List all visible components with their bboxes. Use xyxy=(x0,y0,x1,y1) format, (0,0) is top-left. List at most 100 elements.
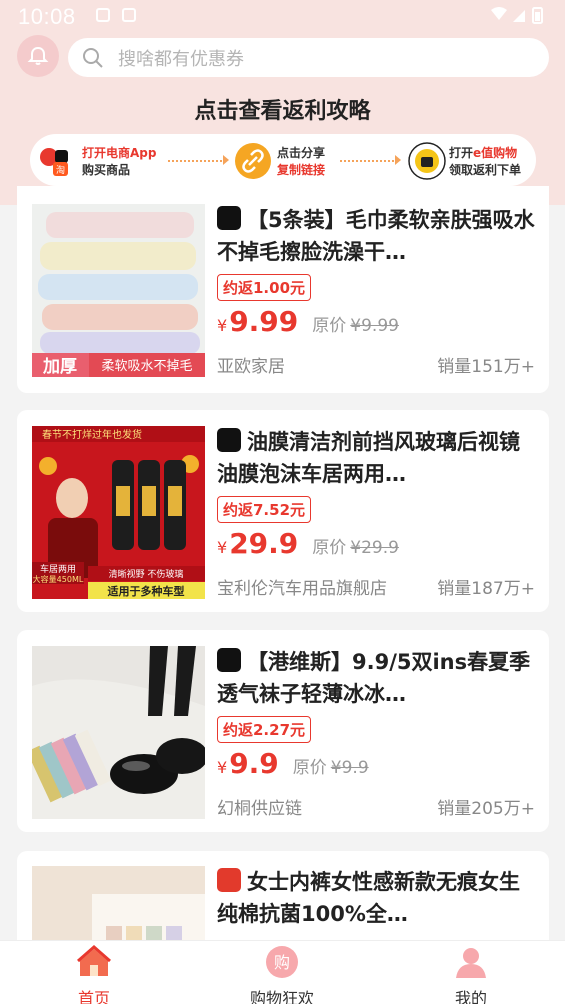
sales-count: 销量151万+ xyxy=(437,357,535,377)
product-title[interactable]: 【5条装】毛巾柔软亲肤强吸水不掉毛擦脸洗澡干… xyxy=(217,204,535,268)
thumb-tag: 柔软吸水不掉毛 xyxy=(101,359,192,374)
tab-home[interactable]: 首页 xyxy=(34,945,154,1004)
tab-mine-label: 我的 xyxy=(454,989,487,1004)
product-card[interactable]: 加厚 柔软吸水不掉毛 【5条装】毛巾柔软亲肤强吸水不掉毛擦脸洗澡干… 约返1.0… xyxy=(17,186,549,393)
thumb-tag: 适用于多种车型 xyxy=(108,584,185,598)
price-row: ¥29.9 原价 ¥29.9 xyxy=(217,527,535,569)
search-icon xyxy=(83,47,103,68)
original-price-label: 原价 xyxy=(312,538,347,558)
step1-text: 打开电商App 购买商品 xyxy=(82,145,156,179)
status-time: 10:08 xyxy=(18,4,76,29)
step-divider xyxy=(168,160,226,162)
svg-text:淘: 淘 xyxy=(56,164,65,176)
shopping-apps-icon: 淘 xyxy=(36,142,74,180)
towel-image: 加厚 柔软吸水不掉毛 xyxy=(32,204,205,377)
tab-shopping-carnival[interactable]: 购 购物狂欢 xyxy=(222,945,342,1004)
thumb-tag: 清晰视野 不伤玻璃 xyxy=(109,568,184,580)
product-card[interactable]: 【港维斯】9.9/5双ins春夏季透气袜子轻薄冰冰… 约返2.27元 ¥9.9 原… xyxy=(17,630,549,832)
home-icon xyxy=(77,945,111,976)
socks-image xyxy=(32,646,205,819)
shopping-bag-icon: 购 xyxy=(266,946,298,978)
original-price: ¥29.9 xyxy=(350,538,399,558)
step2-line2: 复制链接 xyxy=(277,163,326,177)
step1-line1: 打开电商App xyxy=(82,146,157,160)
bottom-tab-bar: 首页 购 购物狂欢 我的 xyxy=(0,940,565,1004)
product-image[interactable]: 春节不打烊过年也发货 车居两用 大容量450ML 清晰视野 不伤玻璃 适用于多种… xyxy=(32,426,205,599)
status-bar: 10:08 xyxy=(0,0,565,34)
price: 9.9 xyxy=(229,747,279,780)
thumb-tag: 大容量450ML xyxy=(33,574,84,584)
tab-shopping-carnival-label: 购物狂欢 xyxy=(249,989,314,1004)
rebate-badge: 约返1.00元 xyxy=(217,274,312,301)
original-price: ¥9.99 xyxy=(350,316,399,336)
product-card[interactable]: 春节不打烊过年也发货 车居两用 大容量450ML 清晰视野 不伤玻璃 适用于多种… xyxy=(17,410,549,612)
original-price-label: 原价 xyxy=(312,316,347,336)
price-row: ¥9.9 原价 ¥9.9 xyxy=(217,747,535,789)
product-title[interactable]: 油膜清洁剂前挡风玻璃后视镜油膜泡沫车居两用… xyxy=(217,426,535,490)
currency-symbol: ¥ xyxy=(217,758,228,777)
douyin-icon xyxy=(217,428,241,452)
bell-button[interactable] xyxy=(17,35,59,77)
product-info: 【港维斯】9.9/5双ins春夏季透气袜子轻薄冰冰… 约返2.27元 ¥9.9 原… xyxy=(217,646,535,819)
step-divider xyxy=(340,160,398,162)
search-input[interactable]: 搜啥都有优惠券 xyxy=(68,38,549,77)
douyin-icon xyxy=(217,648,241,672)
user-icon xyxy=(456,948,486,978)
evalue-shopping-logo-icon xyxy=(408,142,446,180)
currency-symbol: ¥ xyxy=(217,538,228,557)
product-title-text: 女士内裤女性感新款无痕女生纯棉抗菌100%全… xyxy=(217,870,520,926)
shop-name: 亚欧家居 xyxy=(217,357,285,377)
product-info: 【5条装】毛巾柔软亲肤强吸水不掉毛擦脸洗澡干… 约返1.00元 ¥9.99 原价 ¥… xyxy=(217,204,535,377)
product-info: 油膜清洁剂前挡风玻璃后视镜油膜泡沫车居两用… 约返7.52元 ¥29.9 原价 ¥2… xyxy=(217,426,535,599)
thumb-tag: 车居两用 xyxy=(40,563,76,575)
price: 29.9 xyxy=(229,527,299,560)
tab-home-label: 首页 xyxy=(77,989,110,1004)
step3-text: 打开e值购物 领取返利下单 xyxy=(449,145,521,179)
product-title-text: 【港维斯】9.9/5双ins春夏季透气袜子轻薄冰冰… xyxy=(217,650,531,706)
sales-count: 销量205万+ xyxy=(437,799,535,819)
sales-count: 销量187万+ xyxy=(437,579,535,599)
original-price: ¥9.9 xyxy=(330,758,369,778)
bell-icon xyxy=(27,46,49,65)
tab-mine[interactable]: 我的 xyxy=(411,945,531,1004)
notification-icon xyxy=(96,8,110,22)
product-title-text: 【5条装】毛巾柔软亲肤强吸水不掉毛擦脸洗澡干… xyxy=(217,208,535,264)
rebate-steps[interactable]: 淘 打开电商App 购买商品 点击分享 复制链接 打开e值购物 领取返利下单 xyxy=(30,134,536,186)
cleaner-image: 春节不打烊过年也发货 车居两用 大容量450ML 清晰视野 不伤玻璃 适用于多种… xyxy=(32,426,205,599)
thumb-tag: 加厚 xyxy=(42,357,77,377)
shop-name: 幻桐供应链 xyxy=(217,799,302,819)
meta-row: 亚欧家居 销量151万+ xyxy=(217,352,535,377)
rebate-strategy-title[interactable]: 点击查看返利攻略 xyxy=(0,93,565,125)
header: 10:08 搜啥都有优惠券 点击查看返利攻略 淘 打开电商App 购买商品 点击… xyxy=(0,0,565,205)
link-icon xyxy=(235,143,271,179)
price-row: ¥9.99 原价 ¥9.99 xyxy=(217,305,535,347)
product-title-text: 油膜清洁剂前挡风玻璃后视镜油膜泡沫车居两用… xyxy=(217,430,520,486)
product-image[interactable]: 加厚 柔软吸水不掉毛 xyxy=(32,204,205,377)
rebate-badge: 约返7.52元 xyxy=(217,496,312,523)
currency-symbol: ¥ xyxy=(217,316,228,335)
rebate-badge: 约返2.27元 xyxy=(217,716,312,743)
step-arrow-icon xyxy=(223,155,229,165)
svg-text:购: 购 xyxy=(274,953,290,972)
product-image[interactable] xyxy=(32,646,205,819)
step2-line1: 点击分享 xyxy=(277,146,326,160)
step-arrow-icon xyxy=(395,155,401,165)
step1-line2: 购买商品 xyxy=(82,163,131,177)
product-title[interactable]: 女士内裤女性感新款无痕女生纯棉抗菌100%全… xyxy=(217,866,535,930)
step3-line1-b: e值购物 xyxy=(473,146,518,160)
shop-name: 宝利伦汽车用品旗舰店 xyxy=(217,579,387,599)
douyin-icon xyxy=(217,206,241,230)
meta-row: 幻桐供应链 销量205万+ xyxy=(217,794,535,819)
price: 9.99 xyxy=(229,305,299,338)
step2-text: 点击分享 复制链接 xyxy=(277,145,325,179)
original-price-label: 原价 xyxy=(292,758,327,778)
step3-line1-a: 打开 xyxy=(449,146,474,160)
thumb-tag: 春节不打烊过年也发货 xyxy=(42,428,142,441)
step3-line2: 领取返利下单 xyxy=(449,163,522,177)
signal-battery-icon xyxy=(491,7,543,24)
meta-row: 宝利伦汽车用品旗舰店 销量187万+ xyxy=(217,574,535,599)
tmall-icon xyxy=(217,868,241,892)
app-notification-icon xyxy=(122,8,136,22)
product-title[interactable]: 【港维斯】9.9/5双ins春夏季透气袜子轻薄冰冰… xyxy=(217,646,535,710)
search-placeholder: 搜啥都有优惠券 xyxy=(118,48,244,70)
